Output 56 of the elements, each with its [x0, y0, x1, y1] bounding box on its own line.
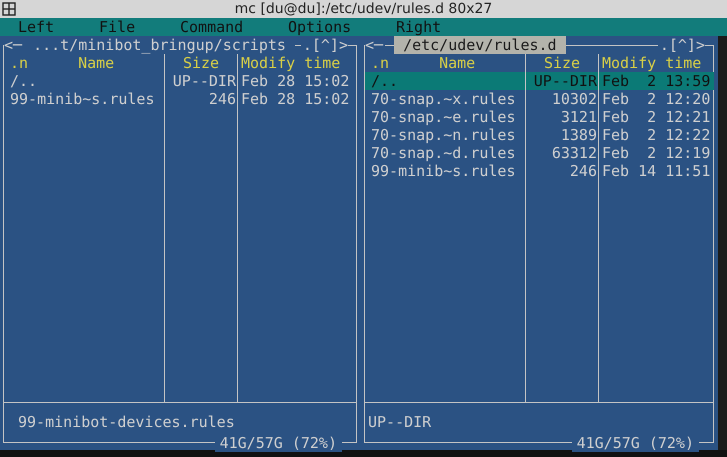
file-time: Feb 2 12:22	[602, 126, 710, 144]
disk-usage: 41G/57G (72%)	[214, 434, 342, 452]
file-row[interactable]: 70-snap.~d.rules 63312 Feb 2 12:19	[365, 144, 713, 162]
menu-item[interactable]: Right	[396, 18, 442, 36]
file-time: Feb 28 15:02	[241, 72, 350, 90]
file-time: Feb 2 12:19	[602, 144, 710, 162]
file-row[interactable]: 99-minib~s.rules 246 Feb 28 15:02	[4, 90, 356, 108]
scrollbar[interactable]	[718, 36, 727, 450]
column-header[interactable]: Name	[78, 54, 114, 72]
file-name: 70-snap.~d.rules	[371, 144, 516, 162]
window-title: mc [du@du]:/etc/udev/rules.d 80x27	[234, 1, 492, 17]
menu-item[interactable]: Command	[180, 18, 288, 36]
file-size: UP--DIR	[172, 72, 236, 90]
column-header[interactable]: Name	[439, 54, 476, 72]
menu-item[interactable]: Options	[288, 18, 396, 36]
sort-indicator[interactable]: .n	[371, 54, 390, 72]
file-name: /..	[371, 72, 398, 90]
file-row[interactable]: 99-minib~s.rules 246 Feb 14 11:51	[365, 162, 713, 180]
file-size: UP--DIR	[534, 72, 597, 90]
file-name: 70-snap.~n.rules	[371, 126, 516, 144]
sort-indicator[interactable]: .n	[10, 54, 28, 72]
panel-path: /etc/udev/rules.d	[394, 36, 566, 54]
panel-path: ...t/minibot_bringup/scripts	[24, 36, 295, 54]
file-time: Feb 2 12:21	[602, 108, 710, 126]
column-header[interactable]: Size	[544, 54, 580, 72]
file-time: Feb 28 15:02	[241, 90, 350, 108]
file-size: 63312	[552, 144, 597, 162]
file-row[interactable]: 70-snap.~x.rules 10302 Feb 2 12:20	[365, 90, 713, 108]
file-size: 246	[208, 90, 236, 108]
file-name: 70-snap.~x.rules	[371, 90, 516, 108]
selected-file-info: UP--DIR	[368, 413, 432, 431]
file-time: Feb 2 12:20	[602, 90, 710, 108]
column-header[interactable]: Size	[182, 54, 220, 72]
file-row[interactable]: 70-snap.~n.rules 1389 Feb 2 12:22	[365, 126, 713, 144]
file-size: 3121	[560, 108, 597, 126]
file-row[interactable]: /.. UP--DIR Feb 28 15:02	[4, 72, 356, 90]
selected-file-info: 99-minibot-devices.rules	[18, 413, 235, 431]
file-size: 246	[570, 162, 597, 180]
file-row[interactable]: /.. UP--DIR Feb 2 13:59	[365, 72, 713, 90]
menu-item[interactable]: File	[99, 18, 180, 36]
disk-usage: 41G/57G (72%)	[572, 434, 699, 452]
column-header[interactable]: Modify time	[602, 54, 702, 72]
file-time: Feb 14 11:51	[602, 162, 710, 180]
file-size: 1389	[560, 126, 597, 144]
column-header[interactable]: Modify time	[241, 54, 340, 72]
file-size: 10302	[552, 90, 597, 108]
file-name: /..	[10, 72, 38, 90]
file-name: 99-minib~s.rules	[10, 90, 154, 108]
panel-history-marker[interactable]: .[^]>	[300, 36, 348, 54]
panel-history-marker[interactable]: .[^]>	[658, 36, 705, 54]
menu-item[interactable]: Left	[18, 18, 99, 36]
file-name: 70-snap.~e.rules	[371, 108, 516, 126]
window-menu-icon[interactable]	[2, 2, 16, 16]
file-time: Feb 2 13:59	[602, 72, 710, 90]
file-row[interactable]: 70-snap.~e.rules 3121 Feb 2 12:21	[365, 108, 713, 126]
file-name: 99-minib~s.rules	[371, 162, 516, 180]
